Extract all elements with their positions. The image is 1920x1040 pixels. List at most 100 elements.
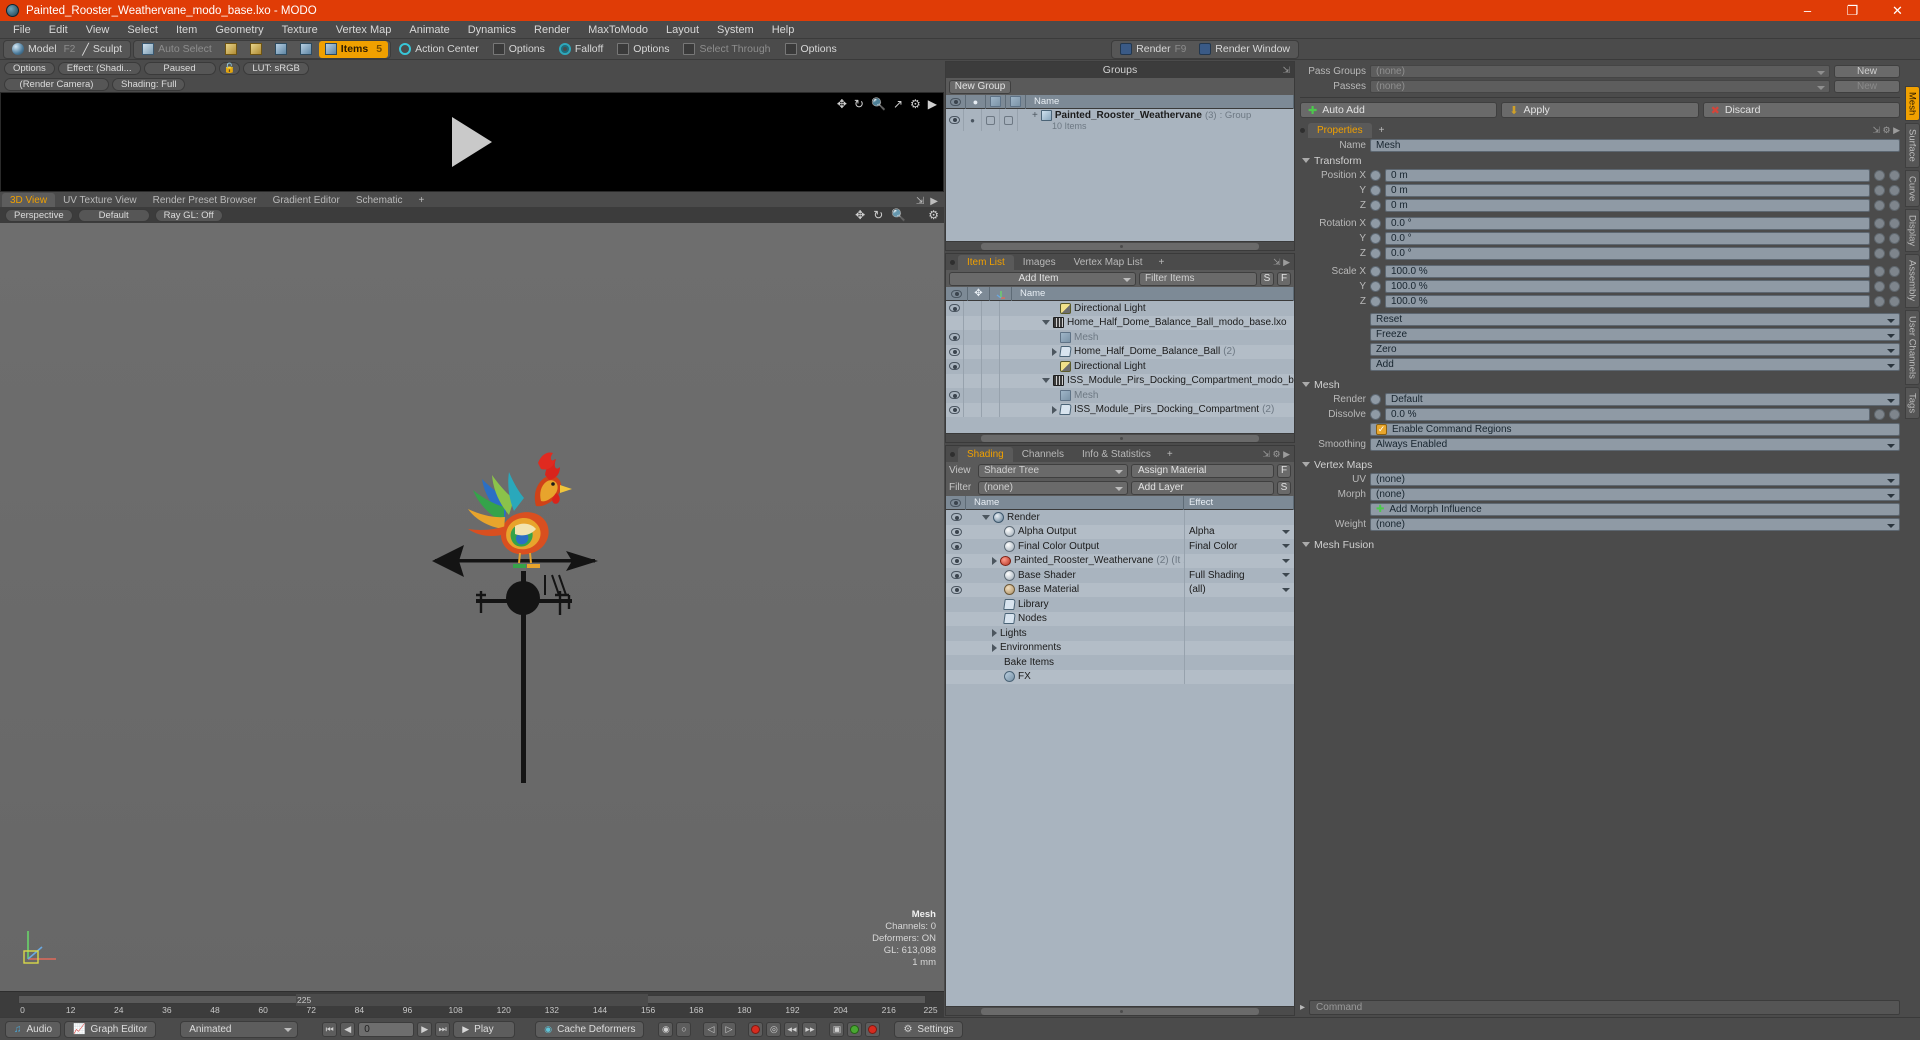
shader-row[interactable]: Bake Items [946, 655, 1294, 670]
row-shade-toggle[interactable] [1000, 109, 1018, 131]
ghosting-button[interactable]: ▣ [829, 1021, 845, 1037]
row-eye[interactable] [946, 301, 964, 316]
list-item[interactable]: Mesh [946, 330, 1294, 345]
row-lock[interactable] [964, 373, 982, 388]
vtab-curve[interactable]: Curve [1904, 169, 1920, 208]
discard-button[interactable]: ✖ Discard [1702, 102, 1900, 118]
position-z-knob[interactable] [1370, 200, 1381, 211]
row-axis[interactable] [982, 344, 1000, 359]
new-pass-group-button[interactable]: New [1834, 65, 1900, 78]
new-group-button[interactable]: New Group [949, 79, 1011, 94]
go-to-start-button[interactable]: ⏮ [322, 1021, 338, 1037]
add-dropdown[interactable]: Add [1370, 358, 1900, 371]
render-window-button[interactable]: Render Window [1193, 41, 1296, 58]
enable-command-regions-checkbox[interactable]: ✓ Enable Command Regions [1370, 423, 1900, 436]
list-item[interactable]: ISS_Module_Pirs_Docking_Compartment (2) [946, 402, 1294, 417]
tab-add[interactable]: + [1152, 255, 1172, 270]
tab-add[interactable]: + [1372, 123, 1392, 138]
row-lock[interactable] [964, 301, 982, 316]
scale-x-input[interactable]: 100.0 % [1385, 265, 1870, 278]
shading-panel-icons[interactable]: ⇲ ⚙ ▶ [1262, 449, 1294, 460]
menu-item-render[interactable]: Render [525, 21, 579, 39]
vtab-display[interactable]: Display [1904, 209, 1920, 253]
shader-row[interactable]: Alpha Output Alpha [946, 524, 1294, 539]
rotation-z-knob[interactable] [1370, 248, 1381, 259]
row-eye-toggle[interactable] [946, 109, 964, 131]
rotation-x-key[interactable] [1874, 218, 1885, 229]
filter-s-button[interactable]: S [1260, 271, 1274, 286]
item-list-hscrollbar[interactable] [946, 433, 1294, 442]
row-lock[interactable] [964, 359, 982, 374]
menu-item-select[interactable]: Select [118, 21, 167, 39]
rotation-x-input[interactable]: 0.0 ° [1385, 217, 1870, 230]
shader-tree-dropdown[interactable]: Shader Tree [978, 463, 1128, 478]
row-axis[interactable] [982, 402, 1000, 417]
row-eye[interactable] [946, 373, 964, 388]
render-button[interactable]: Render F9 [1114, 41, 1192, 58]
tab-add[interactable]: + [410, 193, 433, 207]
position-z-key[interactable] [1874, 200, 1885, 211]
rotation-z-input[interactable]: 0.0 ° [1385, 247, 1870, 260]
position-x-knob[interactable] [1370, 170, 1381, 181]
col-shaded-icon[interactable] [1006, 94, 1026, 109]
tab-add[interactable]: + [1160, 447, 1180, 462]
scale-y-input[interactable]: 100.0 % [1385, 280, 1870, 293]
viewport-menu-icon[interactable]: ▶ [930, 196, 938, 207]
position-y-input[interactable]: 0 m [1385, 184, 1870, 197]
raygl-dropdown[interactable]: Ray GL: Off [154, 208, 223, 222]
menu-item-vertex-map[interactable]: Vertex Map [327, 21, 401, 39]
filter-items-input[interactable]: Filter Items [1139, 271, 1257, 286]
expander-right-icon[interactable] [1052, 405, 1057, 414]
scale-z-lock[interactable] [1889, 296, 1900, 307]
falloff-button[interactable]: Falloff [553, 41, 609, 58]
col-eye-icon[interactable] [946, 94, 966, 109]
expander-right-icon[interactable] [992, 556, 997, 565]
menu-item-texture[interactable]: Texture [273, 21, 327, 39]
mesh-render-dropdown[interactable]: Default [1385, 393, 1900, 406]
shader-row[interactable]: Render [946, 510, 1294, 525]
row-visibility[interactable] [946, 568, 966, 583]
shading-table-body[interactable]: Render Alpha Output Alpha Final Color Ou… [946, 510, 1294, 1006]
shader-row[interactable]: Painted_Rooster_Weathervane (2) (It ... [946, 553, 1294, 568]
row-eye[interactable] [946, 315, 964, 330]
3d-viewport[interactable]: Mesh Channels: 0 Deformers: ON GL: 613,0… [0, 223, 944, 991]
step-forward-button[interactable]: ▶ [417, 1021, 433, 1037]
go-to-end-button[interactable]: ⏭ [435, 1021, 451, 1037]
rotation-y-lock[interactable] [1889, 233, 1900, 244]
scale-x-knob[interactable] [1370, 266, 1381, 277]
row-axis[interactable] [982, 388, 1000, 403]
list-item[interactable]: Home_Half_Dome_Balance_Ball (2) [946, 344, 1294, 359]
row-visibility[interactable] [946, 583, 966, 598]
menu-item-help[interactable]: Help [763, 21, 804, 39]
scale-y-knob[interactable] [1370, 281, 1381, 292]
key-next-button[interactable]: ▷ [721, 1021, 737, 1037]
weight-dropdown[interactable]: (none) [1370, 518, 1900, 531]
panel-menu-dot-icon[interactable] [1300, 128, 1305, 133]
auto-key-button[interactable] [847, 1021, 863, 1037]
vtab-tags[interactable]: Tags [1904, 386, 1920, 419]
pan-icon[interactable]: ✥ [837, 97, 847, 111]
maximize-viewport-icon[interactable]: ⇲ [916, 196, 924, 207]
col-render-icon[interactable]: ● [966, 94, 986, 109]
vtab-user-channels[interactable]: User Channels [1904, 309, 1920, 385]
minimize-button[interactable]: – [1785, 0, 1830, 21]
row-axis[interactable] [982, 315, 1000, 330]
row-eye[interactable] [946, 402, 964, 417]
list-item[interactable]: Home_Half_Dome_Balance_Ball_modo_base.lx… [946, 315, 1294, 330]
row-visibility[interactable] [946, 539, 966, 554]
preview-shading-dropdown[interactable]: Shading: Full [112, 77, 186, 91]
timeline-ruler[interactable]: 0 12 24 36 48 60 72 84 96 108 120 132 14… [0, 991, 944, 1017]
scale-z-key[interactable] [1874, 296, 1885, 307]
vertex-maps-section-header[interactable]: Vertex Maps [1296, 457, 1904, 472]
position-z-input[interactable]: 0 m [1385, 199, 1870, 212]
menu-item-dynamics[interactable]: Dynamics [459, 21, 525, 39]
row-lock[interactable] [964, 402, 982, 417]
row-eye[interactable] [946, 344, 964, 359]
list-item[interactable]: Directional Light [946, 301, 1294, 316]
maximize-button[interactable]: ❐ [1830, 0, 1875, 21]
render-preview-area[interactable]: ✥ ↻ 🔍 ↗ ⚙ ▶ [0, 92, 944, 192]
key-setup-button[interactable] [865, 1021, 881, 1037]
items-mode-button[interactable]: Items 5 [318, 40, 389, 58]
shader-row[interactable]: Nodes [946, 611, 1294, 626]
tab-schematic[interactable]: Schematic [347, 193, 411, 207]
